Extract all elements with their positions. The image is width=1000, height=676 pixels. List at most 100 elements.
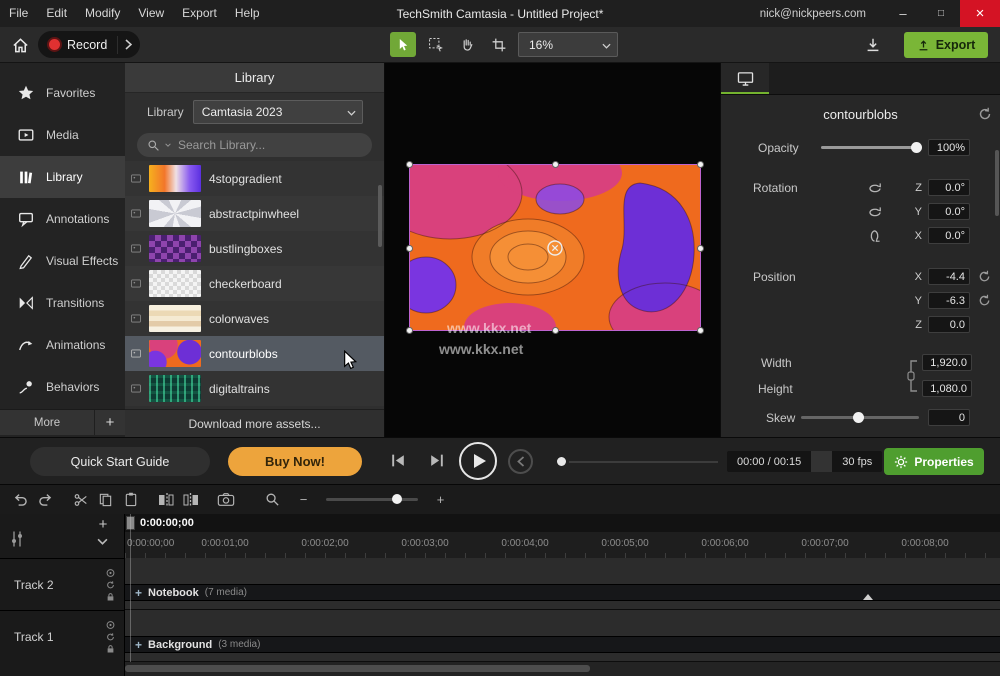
selection-handle[interactable] (697, 245, 704, 252)
quick-start-guide-button[interactable]: Quick Start Guide (30, 447, 210, 476)
collapse-tracks-button[interactable] (97, 538, 108, 545)
position-y-value[interactable]: -6.3 (928, 292, 970, 309)
sidebar-item-favorites[interactable]: Favorites (0, 72, 125, 114)
track-1-lane[interactable]: + Background (3 media) (125, 610, 1000, 662)
selection-handle[interactable] (406, 161, 413, 168)
pointer-tool-button[interactable] (390, 32, 416, 57)
selection-tool-button[interactable] (422, 32, 448, 57)
close-button[interactable]: × (960, 0, 1000, 27)
sidebar-item-media[interactable]: Media (0, 114, 125, 156)
track-loop-icon[interactable] (106, 580, 115, 589)
track-loop-icon[interactable] (106, 632, 115, 641)
scrubber-handle[interactable] (557, 457, 566, 466)
jump-back-button[interactable] (508, 449, 533, 474)
media-group-notebook[interactable]: + Notebook (7 media) (125, 584, 1000, 601)
link-dimensions-toggle[interactable] (907, 355, 919, 397)
scrubber-track[interactable] (569, 461, 718, 463)
paste-button[interactable] (118, 490, 143, 510)
split-button[interactable] (153, 490, 178, 510)
copy-button[interactable] (93, 490, 118, 510)
sidebar-item-transitions[interactable]: Transitions (0, 282, 125, 324)
height-value[interactable]: 1,080.0 (922, 380, 972, 397)
expand-group-icon[interactable]: + (135, 638, 142, 652)
contourblobs-preview[interactable] (410, 165, 700, 330)
sidebar-item-library[interactable]: Library (0, 156, 125, 198)
crop-tool-button[interactable] (486, 32, 512, 57)
account-email[interactable]: nick@nickpeers.com (760, 8, 866, 20)
library-item[interactable]: abstractpinwheel (125, 196, 384, 231)
search-input[interactable] (176, 137, 362, 153)
selection-handle[interactable] (552, 161, 559, 168)
selection-handle[interactable] (406, 245, 413, 252)
track-header[interactable]: Track 1 (0, 610, 124, 662)
position-z-value[interactable]: 0.0 (928, 316, 970, 333)
track-settings-icon[interactable] (10, 530, 24, 548)
more-button[interactable]: More (0, 410, 94, 435)
step-back-button[interactable] (390, 453, 407, 468)
timeline-ruler[interactable]: 0:00:00;00 0:00:01;00 0:00:02;00 0:00:03… (125, 532, 1000, 559)
track-disable-icon[interactable] (106, 568, 115, 577)
library-item-selected[interactable]: contourblobs (125, 336, 384, 371)
skew-slider-handle[interactable] (853, 412, 864, 423)
zoom-level-dropdown[interactable]: 16% (518, 32, 618, 57)
library-collection-dropdown[interactable]: Camtasia 2023 (193, 100, 363, 124)
rotation-anchor[interactable] (547, 239, 564, 256)
reset-position-x-button[interactable] (978, 270, 991, 283)
menu-modify[interactable]: Modify (76, 0, 129, 27)
opacity-slider-handle[interactable] (911, 142, 922, 153)
reset-all-button[interactable] (978, 107, 992, 121)
export-button[interactable]: Export (904, 32, 988, 58)
play-button[interactable] (459, 442, 497, 480)
cut-button[interactable] (68, 490, 93, 510)
track-2-lane[interactable]: + Notebook (7 media) (125, 558, 1000, 610)
track-disable-icon[interactable] (106, 620, 115, 629)
home-button[interactable] (8, 33, 32, 57)
skew-slider[interactable] (801, 416, 919, 419)
undo-button[interactable] (8, 490, 33, 510)
sidebar-item-visual-effects[interactable]: Visual Effects (0, 240, 125, 282)
download-more-assets-link[interactable]: Download more assets... (125, 409, 384, 437)
record-expand-chevron[interactable] (117, 36, 132, 54)
stitch-button[interactable] (178, 490, 203, 510)
capture-frame-button[interactable] (213, 490, 238, 510)
timeline-zoom-slider[interactable] (326, 498, 418, 501)
tab-visual-properties[interactable] (721, 62, 769, 94)
download-button[interactable] (862, 34, 884, 56)
sidebar-item-behaviors[interactable]: Behaviors (0, 366, 125, 408)
menu-edit[interactable]: Edit (37, 0, 76, 27)
opacity-slider[interactable] (821, 146, 917, 149)
menu-export[interactable]: Export (173, 0, 226, 27)
record-button[interactable]: Record (38, 31, 140, 58)
properties-scrollbar[interactable] (995, 150, 999, 216)
maximize-button[interactable]: □ (922, 0, 960, 27)
expand-group-icon[interactable]: + (135, 586, 142, 600)
menu-file[interactable]: File (0, 0, 37, 27)
pan-tool-button[interactable] (454, 32, 480, 57)
buy-now-button[interactable]: Buy Now! (228, 447, 362, 476)
selection-handle[interactable] (697, 327, 704, 334)
library-item[interactable]: checkerboard (125, 266, 384, 301)
canvas[interactable]: www.kkx.net www.kkx.net (385, 62, 720, 437)
library-item[interactable]: 4stopgradient (125, 161, 384, 196)
skew-value[interactable]: 0 (928, 409, 970, 426)
zoom-out-button[interactable]: − (291, 490, 316, 510)
width-value[interactable]: 1,920.0 (922, 354, 972, 371)
selection-handle[interactable] (406, 327, 413, 334)
position-x-value[interactable]: -4.4 (928, 268, 970, 285)
media-group-background[interactable]: + Background (3 media) (125, 636, 1000, 653)
reset-position-y-button[interactable] (978, 294, 991, 307)
sidebar-item-annotations[interactable]: Annotations (0, 198, 125, 240)
timeline-zoom-button[interactable] (260, 490, 285, 510)
rotation-y-value[interactable]: 0.0° (928, 203, 970, 220)
redo-button[interactable] (33, 490, 58, 510)
zoom-in-button[interactable]: + (428, 490, 453, 510)
sidebar-item-animations[interactable]: Animations (0, 324, 125, 366)
library-item[interactable]: colorwaves (125, 301, 384, 336)
timeline-zoom-handle[interactable] (392, 494, 402, 504)
library-item[interactable]: digitaltrains (125, 371, 384, 406)
rotation-z-value[interactable]: 0.0° (928, 179, 970, 196)
opacity-value[interactable]: 100% (928, 139, 970, 156)
selection-handle[interactable] (552, 327, 559, 334)
rotation-x-value[interactable]: 0.0° (928, 227, 970, 244)
menu-help[interactable]: Help (226, 0, 269, 27)
